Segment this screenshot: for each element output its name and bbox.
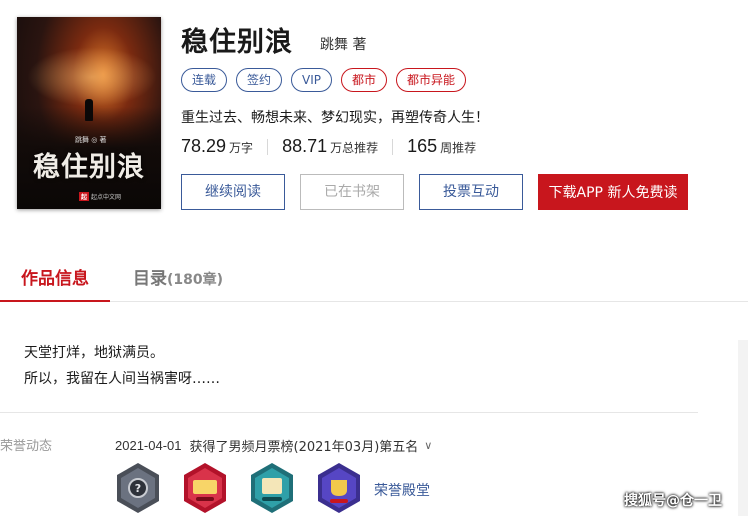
cover-glow bbox=[27, 47, 157, 107]
section-divider bbox=[0, 412, 698, 413]
tag-serializing[interactable]: 连载 bbox=[181, 68, 228, 92]
tag-urban-supernatural[interactable]: 都市异能 bbox=[396, 68, 467, 92]
description-line: 天堂打烊，地狱满员。 bbox=[24, 345, 164, 361]
download-app-button[interactable]: 下载APP 新人免费读 bbox=[538, 174, 688, 210]
chevron-down-icon[interactable]: ∨ bbox=[424, 439, 432, 452]
book-title: 稳住别浪 bbox=[181, 27, 293, 58]
book-intro: 重生过去、畅想未来、梦幻现实，再塑传奇人生！ bbox=[181, 110, 489, 126]
book-cover[interactable]: 跳舞 ◎ 著 稳住别浪 起起点中文网 bbox=[17, 17, 161, 209]
scrollbar[interactable] bbox=[738, 340, 748, 516]
honor-hall-link[interactable]: 荣誉殿堂 bbox=[374, 480, 430, 500]
tab-bar: 作品信息 目录(180章) bbox=[0, 262, 748, 302]
book-stats: 78.29 万字 88.71 万总推荐 165 周推荐 bbox=[181, 136, 476, 157]
tag-list: 连载 签约 VIP 都市 都市异能 bbox=[181, 68, 467, 92]
honor-date: 2021-04-01 bbox=[115, 438, 182, 453]
vote-button[interactable]: 投票互动 bbox=[419, 174, 523, 210]
badge-list: ? bbox=[115, 462, 362, 514]
tag-signed[interactable]: 签约 bbox=[236, 68, 283, 92]
honor-text: 获得了男频月票榜(2021年03月)第五名 bbox=[189, 440, 419, 455]
cover-figure bbox=[85, 99, 93, 121]
stat-word-count: 78.29 万字 bbox=[181, 136, 254, 156]
tab-book-info[interactable]: 作品信息 bbox=[0, 262, 110, 302]
chapter-count: (180章) bbox=[167, 272, 224, 288]
stat-total-recommend: 88.71 万总推荐 bbox=[282, 136, 379, 156]
watermark: 搜狐号@仓一卫 bbox=[624, 493, 722, 509]
tag-vip[interactable]: VIP bbox=[291, 68, 333, 92]
svg-text:?: ? bbox=[135, 482, 141, 495]
cover-title: 稳住别浪 bbox=[33, 152, 145, 183]
celebrity-badge-icon[interactable] bbox=[249, 462, 295, 514]
book-description: 天堂打烊，地狱满员。 所以，我留在人间当祸害呀…… bbox=[24, 340, 220, 392]
honor-entry[interactable]: 2021-04-01 获得了男频月票榜(2021年03月)第五名 ∨ bbox=[115, 436, 432, 455]
fist-badge-icon[interactable] bbox=[316, 462, 362, 514]
stat-divider bbox=[392, 138, 394, 155]
in-bookshelf-button[interactable]: 已在书架 bbox=[300, 174, 404, 210]
description-line: 所以，我留在人间当祸害呀…… bbox=[24, 371, 220, 387]
continue-reading-button[interactable]: 继续阅读 bbox=[181, 174, 285, 210]
cover-author: 跳舞 ◎ 著 bbox=[75, 136, 107, 144]
rank-badge-icon[interactable]: ? bbox=[115, 462, 161, 514]
stat-weekly-recommend: 165 周推荐 bbox=[407, 136, 477, 156]
cover-publisher: 起起点中文网 bbox=[79, 192, 122, 201]
book-author[interactable]: 跳舞 著 bbox=[320, 34, 366, 54]
boutique-badge-icon[interactable] bbox=[182, 462, 228, 514]
publisher-logo-icon: 起 bbox=[79, 192, 90, 201]
tab-catalog[interactable]: 目录(180章) bbox=[133, 262, 223, 302]
honor-label: 荣誉动态 bbox=[0, 439, 53, 454]
stat-divider bbox=[267, 138, 269, 155]
tag-urban[interactable]: 都市 bbox=[341, 68, 388, 92]
